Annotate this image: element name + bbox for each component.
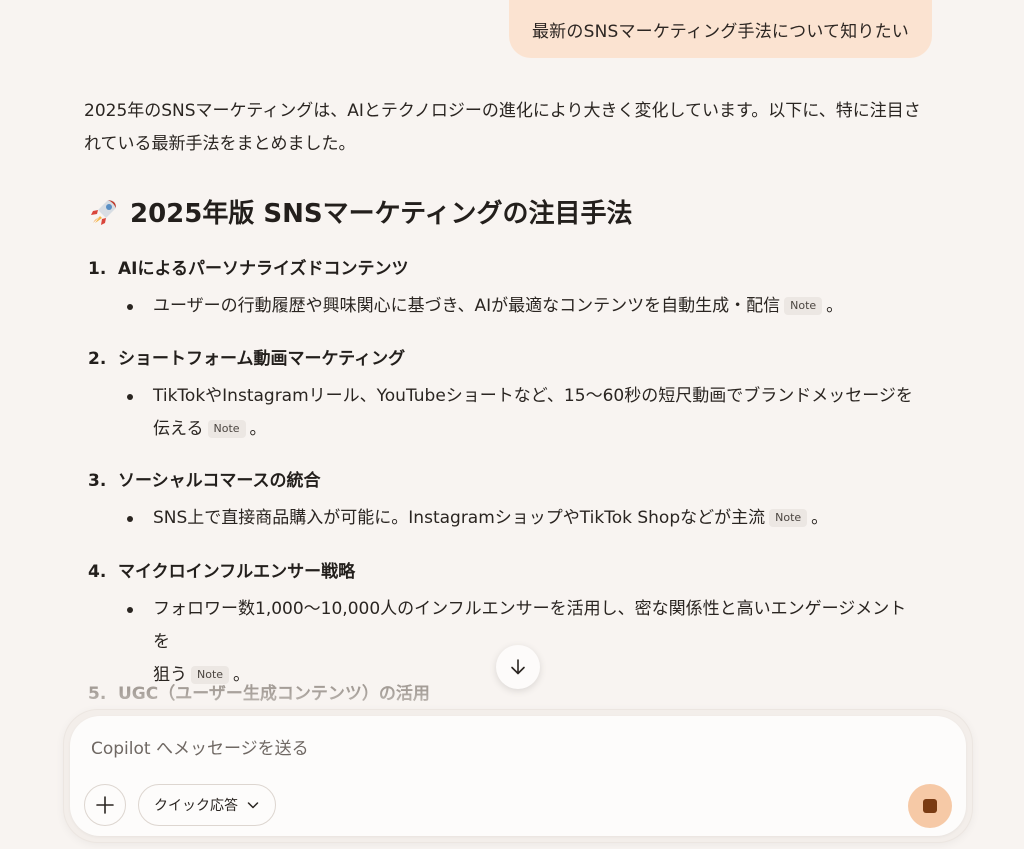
bullet-text: ユーザーの行動履歴や興味関心に基づき、AIが最適なコンテンツを自動生成・配信 xyxy=(153,296,781,316)
list-item-title-text: UGC（ユーザー生成コンテンツ）の活用 xyxy=(118,684,430,704)
list-item-bullet: TikTokやInstagramリール、YouTubeショートなど、15〜60秒… xyxy=(127,380,923,446)
chat-page: 最新のSNSマーケティング手法について知りたい 2025年のSNSマーケティング… xyxy=(0,0,1024,849)
list-item-title: 2. ショートフォーム動画マーケティング xyxy=(88,344,938,372)
reply-heading-text: 2025年版 SNSマーケティングの注目手法 xyxy=(130,199,633,229)
list-item-number: 5. xyxy=(88,684,107,704)
bullet-suffix: 。 xyxy=(249,419,267,439)
bullet-text: TikTokやInstagramリール、YouTubeショートなど、15〜60秒… xyxy=(153,386,913,406)
add-attachment-button[interactable] xyxy=(84,784,126,826)
note-citation[interactable]: Note xyxy=(207,420,246,438)
stop-generating-button[interactable] xyxy=(908,784,952,828)
note-citation[interactable]: Note xyxy=(784,297,823,315)
arrow-down-icon xyxy=(511,659,525,675)
list-item-bullet: フォロワー数1,000〜10,000人のインフルエンサーを活用し、密な関係性と高… xyxy=(127,593,923,692)
list-item: 3. ソーシャルコマースの統合 SNS上で直接商品購入が可能に。Instagra… xyxy=(88,466,938,535)
list-item-title: 4. マイクロインフルエンサー戦略 xyxy=(88,557,938,585)
list-item-number: 2. xyxy=(88,349,107,369)
scroll-to-bottom-button[interactable] xyxy=(496,645,540,689)
list-item-title-text: AIによるパーソナライズドコンテンツ xyxy=(118,259,409,279)
bullet-dot xyxy=(127,304,133,310)
list-item-number: 4. xyxy=(88,562,107,582)
bullet-dot xyxy=(127,394,133,400)
list-item-title-text: ショートフォーム動画マーケティング xyxy=(118,349,406,369)
list-item-number: 1. xyxy=(88,259,107,279)
list-item-bullet: ユーザーの行動履歴や興味関心に基づき、AIが最適なコンテンツを自動生成・配信 No… xyxy=(127,290,923,323)
list-item: 1. AIによるパーソナライズドコンテンツ ユーザーの行動履歴や興味関心に基づき… xyxy=(88,254,938,323)
rocket-icon xyxy=(91,199,116,225)
assistant-reply: 2025年のSNSマーケティングは、AIとテクノロジーの進化により大きく変化して… xyxy=(84,95,934,161)
plus-icon xyxy=(96,796,114,814)
bullet-dot xyxy=(127,516,133,522)
bullet-suffix: 。 xyxy=(811,508,829,528)
message-input[interactable] xyxy=(91,735,791,763)
list-item-bullet: SNS上で直接商品購入が可能に。InstagramショップやTikTok Sho… xyxy=(127,502,923,535)
bullet-text: SNS上で直接商品購入が可能に。InstagramショップやTikTok Sho… xyxy=(153,508,766,528)
bullet-text-continued: 伝える xyxy=(153,419,204,439)
list-item-title-text: マイクロインフルエンサー戦略 xyxy=(118,562,356,582)
user-message-text: 最新のSNSマーケティング手法について知りたい xyxy=(531,21,910,42)
note-citation[interactable]: Note xyxy=(769,509,808,527)
list-item: 2. ショートフォーム動画マーケティング TikTokやInstagramリール… xyxy=(88,344,938,446)
stop-icon xyxy=(923,799,937,813)
chevron-down-icon xyxy=(247,802,259,809)
bullet-dot xyxy=(127,607,133,613)
reply-intro: 2025年のSNSマーケティングは、AIとテクノロジーの進化により大きく変化して… xyxy=(84,101,921,154)
list-item-title: 1. AIによるパーソナライズドコンテンツ xyxy=(88,254,938,282)
user-message-bubble: 最新のSNSマーケティング手法について知りたい xyxy=(509,0,932,58)
list-item-number: 3. xyxy=(88,471,107,491)
bullet-suffix: 。 xyxy=(826,296,844,316)
bullet-text: フォロワー数1,000〜10,000人のインフルエンサーを活用し、密な関係性と高… xyxy=(153,599,907,652)
list-item-title-text: ソーシャルコマースの統合 xyxy=(118,471,321,491)
reply-heading: 2025年版 SNSマーケティングの注目手法 xyxy=(88,193,633,230)
list-item-title: 3. ソーシャルコマースの統合 xyxy=(88,466,938,494)
quick-reply-button[interactable]: クイック応答 xyxy=(138,784,276,826)
quick-reply-label: クイック応答 xyxy=(154,798,238,814)
